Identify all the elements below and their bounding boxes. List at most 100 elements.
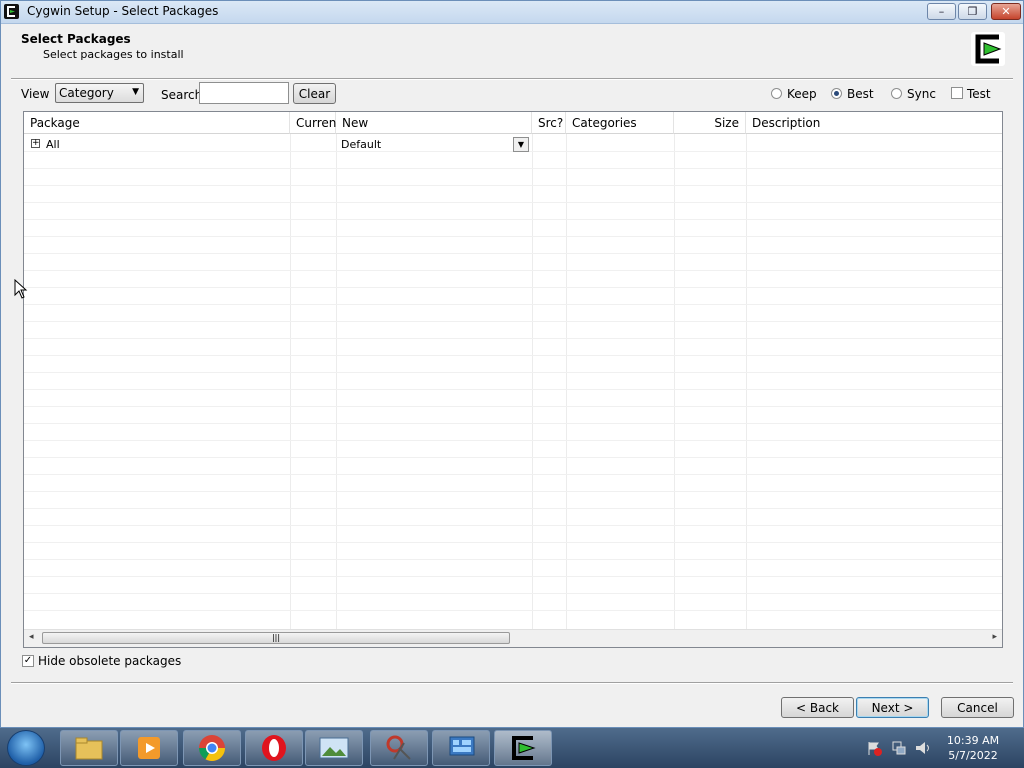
grid-column-line — [674, 134, 675, 630]
minimize-button[interactable]: – — [927, 3, 956, 20]
keep-label: Keep — [787, 87, 817, 101]
flag-alert-icon[interactable] — [866, 740, 882, 756]
cygwin-logo — [971, 32, 1005, 66]
view-select[interactable]: Category ▼ — [55, 83, 144, 103]
column-header-new[interactable]: New — [336, 112, 532, 134]
mouse-cursor-icon — [14, 279, 28, 299]
chevron-down-icon[interactable]: ▼ — [513, 137, 529, 152]
close-icon: ✕ — [1001, 5, 1011, 18]
hide-obsolete-checkbox[interactable]: ✓ — [22, 655, 34, 667]
package-name: All — [46, 138, 60, 151]
taskbar-cygwin[interactable] — [494, 730, 552, 766]
image-viewer-icon — [319, 737, 349, 759]
back-button[interactable]: < Back — [781, 697, 854, 718]
column-header-current[interactable]: Current — [290, 112, 341, 134]
footer-separator — [11, 682, 1013, 684]
clock[interactable]: 10:39 AM 5/7/2022 — [940, 733, 1006, 763]
grid-row-line — [24, 525, 1002, 526]
new-version-value[interactable]: Default — [341, 138, 381, 151]
column-header-package[interactable]: Package — [24, 112, 290, 134]
title-bar[interactable]: Cygwin Setup - Select Packages – ❐ ✕ — [1, 1, 1023, 24]
chevron-down-icon: ▼ — [132, 87, 139, 97]
grid-row-line — [24, 185, 1002, 186]
header-separator — [11, 78, 1013, 80]
grid-column-line — [290, 134, 291, 630]
start-button[interactable] — [7, 730, 45, 766]
cancel-button[interactable]: Cancel — [941, 697, 1014, 718]
grid-row-line — [24, 304, 1002, 305]
scrollbar-thumb[interactable]: ||| — [42, 632, 510, 644]
close-button[interactable]: ✕ — [991, 3, 1021, 20]
grid-row-line — [24, 593, 1002, 594]
page-title: Select Packages — [21, 32, 131, 46]
grid-row-line — [24, 168, 1002, 169]
column-header-size[interactable]: Size — [674, 112, 746, 134]
grid-row-line — [24, 372, 1002, 373]
package-table[interactable]: Package Current New Src? Categories Size… — [23, 111, 1003, 648]
grid-row-line — [24, 542, 1002, 543]
speaker-icon[interactable] — [914, 740, 932, 756]
grid-row-line — [24, 423, 1002, 424]
next-button[interactable]: Next > — [856, 697, 929, 718]
scroll-left-icon[interactable]: ◂ — [29, 632, 34, 642]
view-label: View — [21, 87, 50, 101]
expand-icon[interactable]: + — [31, 139, 40, 148]
opera-icon — [262, 735, 286, 761]
grid-row-line — [24, 576, 1002, 577]
grid-row-line — [24, 491, 1002, 492]
grid-row-line — [24, 406, 1002, 407]
horizontal-scrollbar[interactable]: ◂ ||| ▸ — [24, 629, 1002, 647]
search-label: Search — [161, 88, 203, 102]
grid-row-line — [24, 321, 1002, 322]
column-header-description[interactable]: Description — [746, 112, 1002, 134]
grid-row-line — [24, 610, 1002, 611]
keep-radio[interactable] — [771, 88, 782, 99]
search-input[interactable] — [199, 82, 289, 104]
taskbar — [0, 728, 1024, 768]
sync-radio[interactable] — [891, 88, 902, 99]
clock-date: 5/7/2022 — [948, 749, 998, 762]
grid-row-line — [24, 474, 1002, 475]
grid-row-line — [24, 338, 1002, 339]
taskbar-chrome[interactable] — [183, 730, 241, 766]
hide-obsolete-label: Hide obsolete packages — [38, 654, 182, 668]
grip-icon: ||| — [271, 633, 281, 642]
grid-row-line — [24, 202, 1002, 203]
grid-row-line — [24, 440, 1002, 441]
grid-row-line — [24, 236, 1002, 237]
column-header-categories[interactable]: Categories — [566, 112, 674, 134]
network-icon[interactable] — [891, 740, 907, 756]
taskbar-file-explorer[interactable] — [60, 730, 118, 766]
grid-row-line — [24, 219, 1002, 220]
grid-column-line — [746, 134, 747, 630]
sync-label: Sync — [907, 87, 936, 101]
grid-row-line — [24, 559, 1002, 560]
grid-column-line — [532, 134, 533, 630]
column-header-src[interactable]: Src? — [532, 112, 566, 134]
taskbar-opera[interactable] — [245, 730, 303, 766]
page-subtitle: Select packages to install — [43, 48, 184, 61]
grid-row-line — [24, 253, 1002, 254]
scroll-right-icon[interactable]: ▸ — [992, 632, 997, 642]
chrome-icon — [198, 735, 226, 762]
minimize-icon: – — [938, 5, 945, 18]
checkmark-icon: ✓ — [23, 655, 33, 666]
best-label: Best — [847, 87, 874, 101]
grid-column-line — [566, 134, 567, 630]
taskbar-snipping-tool[interactable] — [370, 730, 428, 766]
media-player-icon — [138, 737, 160, 759]
grid-row-line — [24, 457, 1002, 458]
maximize-button[interactable]: ❐ — [958, 3, 987, 20]
test-checkbox[interactable] — [951, 87, 963, 99]
view-selected-value: Category — [59, 86, 114, 100]
clock-time: 10:39 AM — [946, 734, 1000, 747]
taskbar-control-panel[interactable] — [432, 730, 490, 766]
cygwin-setup-window: Cygwin Setup - Select Packages – ❐ ✕ Sel… — [0, 0, 1024, 728]
best-radio[interactable] — [831, 88, 842, 99]
cygwin-icon — [4, 4, 19, 19]
snipping-tool-icon — [386, 735, 411, 760]
control-panel-icon — [449, 736, 475, 756]
clear-button[interactable]: Clear — [293, 83, 336, 104]
taskbar-media-player[interactable] — [120, 730, 178, 766]
taskbar-image-viewer[interactable] — [305, 730, 363, 766]
